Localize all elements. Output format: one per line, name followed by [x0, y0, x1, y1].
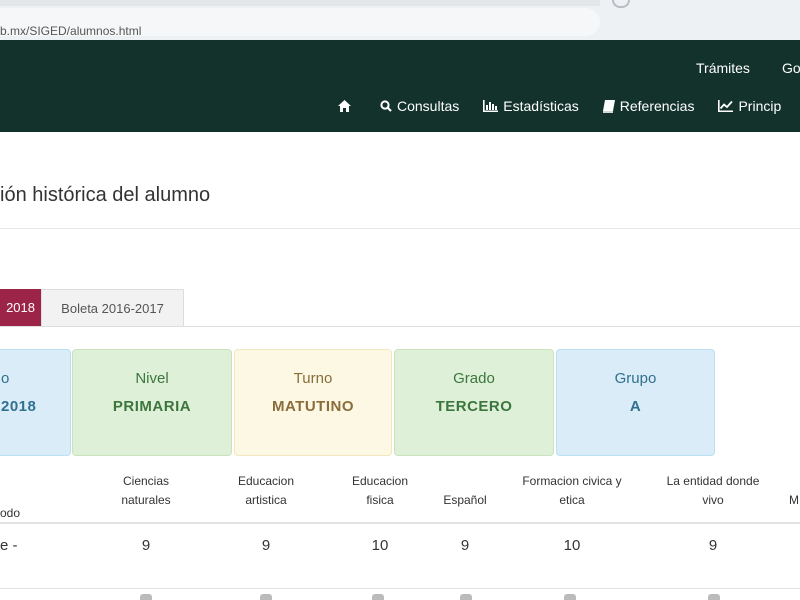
- home-icon: [338, 100, 351, 112]
- table-header-fisica: Educacion fisica: [330, 472, 430, 510]
- table-header-divider: [0, 522, 800, 524]
- card-grado: Grado TERCERO: [394, 349, 554, 456]
- cell-espanol: 9: [460, 537, 470, 554]
- browser-address-bar: b.mx/SIGED/alumnos.html: [0, 0, 800, 41]
- cell-fisica: 10: [371, 537, 389, 554]
- nav-principal[interactable]: Princip: [718, 98, 781, 114]
- cell-artistica: 9: [261, 537, 271, 554]
- header-entidad-line: La entidad donde vivo: [666, 474, 760, 507]
- nav-principal-label: Princip: [738, 98, 782, 114]
- header-matematicas-text: M: [789, 493, 799, 507]
- card-grupo: Grupo A: [556, 349, 715, 456]
- card-nivel-value: PRIMARIA: [112, 398, 192, 415]
- cell-civica: 10: [563, 537, 581, 554]
- line-chart-icon: [718, 100, 734, 112]
- cell-periodo: e -: [0, 537, 18, 554]
- table-header-matematicas: M: [789, 491, 799, 510]
- next-row-cell-glimpse: [260, 594, 272, 600]
- nav-referencias-label: Referencias: [619, 98, 695, 114]
- tab-boleta-2017-2018[interactable]: 2018: [0, 289, 41, 326]
- browser-reload-icon[interactable]: [612, 0, 630, 8]
- search-icon: [380, 100, 392, 112]
- card-ciclo: o 2018: [0, 349, 71, 456]
- url-field[interactable]: b.mx/SIGED/alumnos.html: [0, 8, 600, 38]
- card-grupo-value: A: [629, 398, 642, 415]
- bar-chart-icon: [483, 100, 499, 112]
- nav-estadisticas-label: Estadísticas: [503, 98, 579, 114]
- header-ciencias-line: Ciencias naturales: [121, 474, 171, 507]
- cell-ciencias: 9: [141, 537, 151, 554]
- tabs-divider: [0, 326, 800, 327]
- card-turno-value: MATUTINO: [271, 398, 355, 415]
- table-header-espanol: Español: [425, 491, 505, 510]
- header-civica-line: Formacion civica y etica: [522, 474, 622, 507]
- table-header-periodo: odo: [0, 504, 20, 523]
- tab-boleta-2016-2017[interactable]: Boleta 2016-2017: [41, 289, 184, 326]
- next-row-cell-glimpse: [372, 594, 384, 600]
- header-fisica-line: Educacion fisica: [351, 474, 409, 507]
- next-row-cell-glimpse: [140, 594, 152, 600]
- table-header-civica: Formacion civica y etica: [502, 472, 642, 510]
- header-artistica-line: Educacion artistica: [237, 474, 295, 507]
- card-nivel-label: Nivel: [135, 370, 169, 387]
- table-header-entidad: La entidad donde vivo: [648, 472, 778, 510]
- header-periodo-text: odo: [0, 506, 21, 520]
- card-ciclo-label: o: [1, 370, 10, 387]
- nav-consultas-label: Consultas: [397, 98, 460, 114]
- next-row-cell-glimpse: [564, 594, 576, 600]
- nav-consultas[interactable]: Consultas: [380, 98, 459, 114]
- next-row-cell-glimpse: [460, 594, 472, 600]
- next-row-cell-glimpse: [708, 594, 720, 600]
- browser-tabstrip: [0, 0, 600, 6]
- card-grupo-label: Grupo: [614, 370, 657, 387]
- site-header: Trámites Go Consultas Estadísticas Refer…: [0, 40, 800, 132]
- nav-home[interactable]: [338, 100, 356, 112]
- url-text[interactable]: b.mx/SIGED/alumnos.html: [0, 24, 141, 38]
- page-title: ión histórica del alumno: [0, 184, 211, 206]
- nav-referencias[interactable]: Referencias: [602, 98, 695, 114]
- main-nav: Consultas Estadísticas Referencias Princ…: [338, 98, 781, 114]
- header-espanol-text: Español: [443, 493, 487, 507]
- card-grado-label: Grado: [453, 370, 495, 387]
- card-turno: Turno MATUTINO: [234, 349, 392, 456]
- nav-link-gobierno[interactable]: Go: [782, 60, 800, 76]
- nav-link-tramites[interactable]: Trámites: [696, 60, 750, 76]
- card-nivel: Nivel PRIMARIA: [72, 349, 232, 456]
- cell-entidad: 9: [708, 537, 718, 554]
- table-header-ciencias: Ciencias naturales: [96, 472, 196, 510]
- table-header-artistica: Educacion artistica: [216, 472, 316, 510]
- table-row-divider: [0, 588, 800, 589]
- card-grado-value: TERCERO: [435, 398, 513, 415]
- card-turno-label: Turno: [293, 370, 333, 387]
- card-ciclo-value: 2018: [1, 398, 37, 415]
- nav-estadisticas[interactable]: Estadísticas: [483, 98, 579, 114]
- title-divider: [0, 228, 800, 229]
- book-icon: [602, 99, 615, 113]
